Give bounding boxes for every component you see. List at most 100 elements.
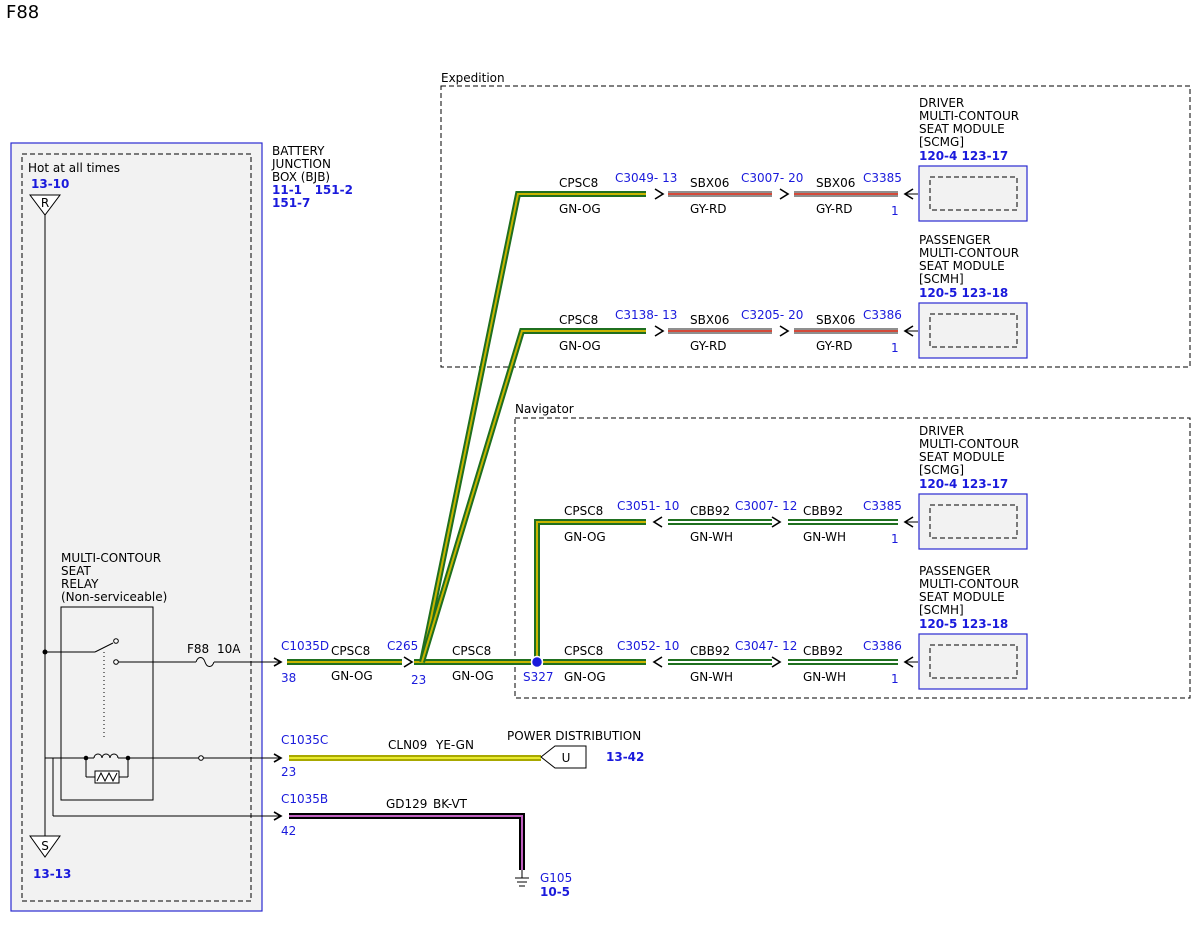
navigator-0-conn-b-arrow <box>771 516 782 528</box>
expedition-1-module-line-1: PASSENGER <box>919 233 991 247</box>
expedition-0-module-ref[interactable]: 120-4 123-17 <box>919 149 1008 163</box>
navigator-0-module-box[interactable] <box>918 493 1028 550</box>
expedition-1-module-box[interactable] <box>918 302 1028 359</box>
navigator-1-module-ref[interactable]: 120-5 123-18 <box>919 617 1008 631</box>
navigator-1-conn-a-arrow <box>652 656 663 668</box>
expedition-1-conn-a-arrow <box>654 325 665 337</box>
power-distribution-letter: U <box>562 751 571 765</box>
expedition-1-lead-color: GN-OG <box>559 339 601 353</box>
navigator-0-module-line-4: [SCMG] <box>919 463 964 477</box>
navigator-1-mid-color: GN-WH <box>690 670 733 684</box>
expedition-1-conn-a[interactable]: C3138- 13 <box>615 308 677 322</box>
navigator-1-module-line-1: PASSENGER <box>919 564 991 578</box>
navigator-0-module-line-2: MULTI-CONTOUR <box>919 437 1019 451</box>
expedition-0-module-conn[interactable]: C3385 <box>863 171 902 185</box>
expedition-0-module-line-4: [SCMG] <box>919 135 964 149</box>
navigator-0-module-line-3: SEAT MODULE <box>919 450 1005 464</box>
feed-color-1: GN-OG <box>331 669 373 683</box>
expedition-1-mid-color: GY-RD <box>690 339 727 353</box>
navigator-0-lead-circuit: CPSC8 <box>564 504 603 518</box>
ground-wire <box>289 813 525 870</box>
navigator-0-conn-a-arrow <box>652 516 663 528</box>
navigator-0-module-line-1: DRIVER <box>919 424 964 438</box>
expedition-1-mid-circuit: SBX06 <box>690 313 729 327</box>
expedition-0-conn-a-arrow <box>654 188 665 200</box>
s-letter: S <box>41 839 49 853</box>
expedition-0-mid-circuit: SBX06 <box>690 176 729 190</box>
bjb-ref-1[interactable]: 11-1 151-2 <box>272 183 353 197</box>
feed-pin-2: 23 <box>411 673 426 687</box>
splice-label[interactable]: S327 <box>523 670 554 684</box>
fuse-rating: 10A <box>217 642 241 656</box>
navigator-1-module-line-3: SEAT MODULE <box>919 590 1005 604</box>
expedition-1-module-pin[interactable]: 1 <box>891 341 899 355</box>
navigator-1-module-conn[interactable]: C3386 <box>863 639 902 653</box>
splice-s327-dot[interactable] <box>530 655 544 669</box>
feed-pin-1: 38 <box>281 671 296 685</box>
navigator-0-mid-circuit: CBB92 <box>690 504 730 518</box>
wiring-diagram: F88 BATTERY JUNCTION BOX (BJB) 11-1 151-… <box>6 2 1191 912</box>
expedition-1-conn-b-arrow <box>779 325 790 337</box>
ground-ref[interactable]: 10-5 <box>540 885 570 899</box>
navigator-group-outline <box>514 417 1191 699</box>
relay-label-line-4: (Non-serviceable) <box>61 590 167 604</box>
expedition-1-module-ref[interactable]: 120-5 123-18 <box>919 286 1008 300</box>
coil-feed-conn[interactable]: C1035C <box>281 733 328 747</box>
ground-pin: 42 <box>281 824 296 838</box>
navigator-1-end-circuit: CBB92 <box>803 644 843 658</box>
hot-at-all-times-label: Hot at all times <box>28 161 120 175</box>
expedition-0-conn-b[interactable]: C3007- 20 <box>741 171 803 185</box>
navigator-0-module-conn[interactable]: C3385 <box>863 499 902 513</box>
expedition-0-lead-circuit: CPSC8 <box>559 176 598 190</box>
expedition-0-end-color: GY-RD <box>816 202 853 216</box>
expedition-0-module-box[interactable] <box>918 165 1028 222</box>
navigator-0-conn-a[interactable]: C3051- 10 <box>617 499 679 513</box>
navigator-0-module-ref[interactable]: 120-4 123-17 <box>919 477 1008 491</box>
bjb-title-line-1: BATTERY <box>272 144 325 158</box>
expedition-0-lead-color: GN-OG <box>559 202 601 216</box>
wire-layer <box>287 165 1028 870</box>
coil-feed-circuit: CLN09 <box>388 738 427 752</box>
expedition-0-module-pin[interactable]: 1 <box>891 204 899 218</box>
navigator-1-module-box[interactable] <box>918 633 1028 690</box>
navigator-0-end-circuit: CBB92 <box>803 504 843 518</box>
expedition-1-end-circuit: SBX06 <box>816 313 855 327</box>
navigator-label: Navigator <box>515 402 574 416</box>
expedition-1-module-line-4: [SCMH] <box>919 272 964 286</box>
relay-label-line-1: MULTI-CONTOUR <box>61 551 161 565</box>
navigator-0-conn-b[interactable]: C3007- 12 <box>735 499 797 513</box>
coil-feed-pin: 23 <box>281 765 296 779</box>
expedition-0-module-line-3: SEAT MODULE <box>919 122 1005 136</box>
expedition-1-end-color: GY-RD <box>816 339 853 353</box>
ground-id[interactable]: G105 <box>540 871 572 885</box>
power-distribution-ref[interactable]: 13-42 <box>606 750 644 764</box>
r-letter: R <box>41 196 49 210</box>
navigator-1-conn-b[interactable]: C3047- 12 <box>735 639 797 653</box>
feed-conn-1[interactable]: C1035D <box>281 639 329 653</box>
navigator-1-conn-a[interactable]: C3052- 10 <box>617 639 679 653</box>
relay-label-line-2: SEAT <box>61 564 91 578</box>
expedition-0-mid-color: GY-RD <box>690 202 727 216</box>
expedition-0-conn-a[interactable]: C3049- 13 <box>615 171 677 185</box>
hot-ref[interactable]: 13-10 <box>31 177 69 191</box>
bjb-ref-2[interactable]: 151-7 <box>272 196 310 210</box>
navigator-0-end-color: GN-WH <box>803 530 846 544</box>
expedition-1-module-conn[interactable]: C3386 <box>863 308 902 322</box>
navigator-0-lead-color: GN-OG <box>564 530 606 544</box>
navigator-1-module-line-4: [SCMH] <box>919 603 964 617</box>
expedition-1-module-line-2: MULTI-CONTOUR <box>919 246 1019 260</box>
navigator-1-module-line-2: MULTI-CONTOUR <box>919 577 1019 591</box>
navigator-0-mid-color: GN-WH <box>690 530 733 544</box>
bjb-title-line-2: JUNCTION <box>271 157 331 171</box>
navigator-1-module-pin[interactable]: 1 <box>891 672 899 686</box>
relay-contact-no <box>113 659 119 665</box>
feed-color-2: GN-OG <box>452 669 494 683</box>
coil-wire-node <box>198 755 204 761</box>
ground-color: BK-VT <box>433 797 468 811</box>
s-ref[interactable]: 13-13 <box>33 867 71 881</box>
expedition-1-conn-b[interactable]: C3205- 20 <box>741 308 803 322</box>
navigator-0-module-pin[interactable]: 1 <box>891 532 899 546</box>
expedition-0-conn-b-arrow <box>779 188 790 200</box>
feed-conn-2[interactable]: C265 <box>387 639 418 653</box>
ground-conn[interactable]: C1035B <box>281 792 328 806</box>
